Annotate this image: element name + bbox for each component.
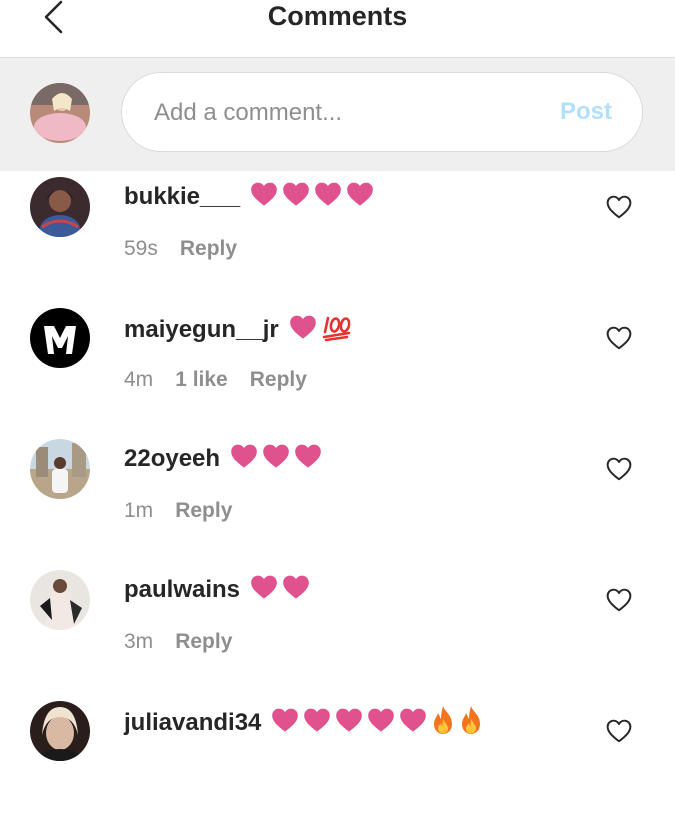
fire-emoji-icon bbox=[459, 705, 483, 740]
heart-emoji-icon bbox=[303, 707, 331, 738]
reply-button[interactable]: Reply bbox=[250, 368, 307, 392]
heart-emoji-icon bbox=[262, 443, 290, 474]
comment-emojis bbox=[271, 705, 487, 740]
avatar[interactable] bbox=[30, 439, 90, 499]
avatar[interactable] bbox=[30, 308, 90, 368]
heart-emoji-icon bbox=[282, 181, 310, 212]
comment-item: juliavandi34 bbox=[0, 695, 675, 825]
heart-outline-icon bbox=[606, 719, 632, 743]
comment-username[interactable]: juliavandi34 bbox=[124, 709, 261, 737]
comment-username[interactable]: maiyegun__jr bbox=[124, 316, 279, 344]
header-bar: Comments bbox=[0, 0, 675, 58]
heart-emoji-icon bbox=[250, 181, 278, 212]
heart-emoji-icon bbox=[282, 574, 310, 605]
comment-timestamp: 3m bbox=[124, 630, 154, 653]
heart-outline-icon bbox=[606, 326, 632, 350]
comment-composer: Post bbox=[0, 58, 675, 171]
comment-like-count[interactable]: 1 like bbox=[175, 368, 228, 392]
heart-emoji-icon bbox=[289, 314, 317, 345]
comment-timestamp: 1m bbox=[124, 499, 154, 522]
like-button[interactable] bbox=[606, 457, 632, 481]
comment-username[interactable]: bukkie___ bbox=[124, 183, 240, 211]
hundred-points-emoji-icon bbox=[321, 312, 353, 347]
reply-button[interactable]: Reply bbox=[180, 237, 237, 261]
heart-outline-icon bbox=[606, 588, 632, 612]
heart-emoji-icon bbox=[335, 707, 363, 738]
like-button[interactable] bbox=[606, 719, 632, 743]
comment-item: maiyegun__jr 4m 1 like Reply bbox=[0, 302, 675, 432]
like-button[interactable] bbox=[606, 588, 632, 612]
heart-emoji-icon bbox=[294, 443, 322, 474]
avatar[interactable] bbox=[30, 701, 90, 761]
comment-item: bukkie___ 59s Reply bbox=[0, 171, 675, 301]
comment-emojis bbox=[250, 574, 314, 605]
heart-emoji-icon bbox=[230, 443, 258, 474]
heart-outline-icon bbox=[606, 195, 632, 219]
like-button[interactable] bbox=[606, 326, 632, 350]
comment-username[interactable]: 22oyeeh bbox=[124, 445, 220, 473]
comment-item: 22oyeeh 1m Reply bbox=[0, 433, 675, 563]
post-button[interactable]: Post bbox=[560, 73, 612, 151]
heart-emoji-icon bbox=[346, 181, 374, 212]
avatar[interactable] bbox=[30, 570, 90, 630]
reply-button[interactable]: Reply bbox=[175, 630, 232, 654]
heart-emoji-icon bbox=[314, 181, 342, 212]
heart-emoji-icon bbox=[250, 574, 278, 605]
like-button[interactable] bbox=[606, 195, 632, 219]
comment-input[interactable] bbox=[152, 73, 516, 153]
comment-input-wrapper: Post bbox=[121, 72, 643, 153]
comment-emojis bbox=[230, 443, 326, 474]
heart-emoji-icon bbox=[399, 707, 427, 738]
comment-emojis bbox=[289, 312, 357, 347]
comment-item: paulwains 3m Reply bbox=[0, 564, 675, 694]
comment-timestamp: 59s bbox=[124, 237, 158, 260]
heart-emoji-icon bbox=[367, 707, 395, 738]
comment-username[interactable]: paulwains bbox=[124, 576, 240, 604]
comment-timestamp: 4m bbox=[124, 368, 154, 391]
page-title: Comments bbox=[267, 1, 408, 31]
comment-emojis bbox=[250, 181, 378, 212]
reply-button[interactable]: Reply bbox=[175, 499, 232, 523]
heart-emoji-icon bbox=[271, 707, 299, 738]
current-user-avatar bbox=[30, 83, 90, 143]
fire-emoji-icon bbox=[431, 705, 455, 740]
heart-outline-icon bbox=[606, 457, 632, 481]
avatar[interactable] bbox=[30, 177, 90, 237]
